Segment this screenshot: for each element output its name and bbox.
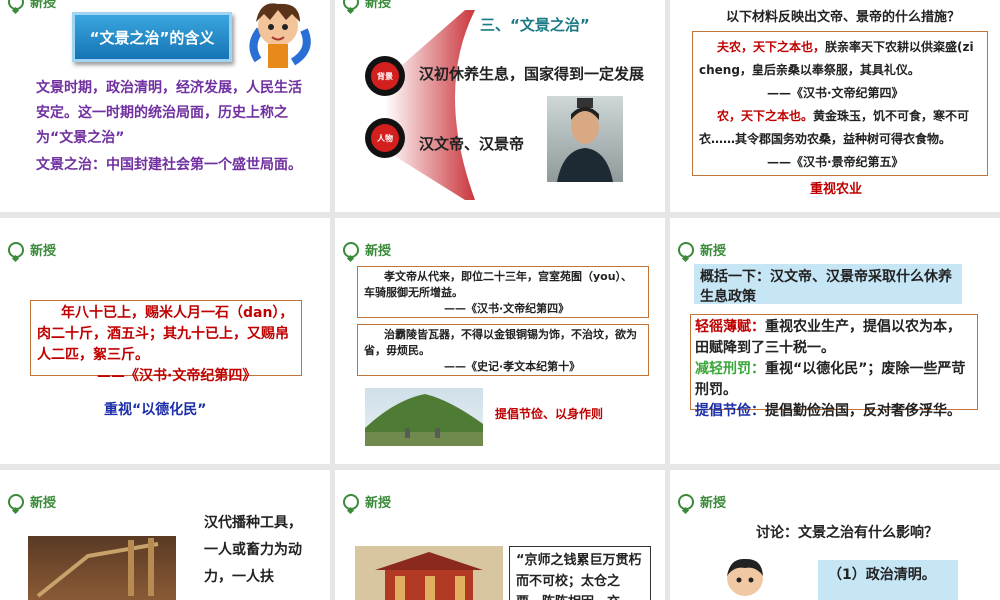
- policy-label: 减轻刑罚：: [695, 361, 765, 377]
- slide-prosperity[interactable]: 新授 “京师之钱累巨万贯朽而不可校；太仓之粟，陈陈相因，充: [335, 470, 665, 600]
- cartoon-boy-illustration: [249, 3, 311, 68]
- slide-header: 新授: [343, 240, 391, 259]
- sowing-tool-photo: [28, 536, 176, 600]
- summary-title-box: 概括一下：汉文帝、汉景帝采取什么休养生息政策: [694, 264, 962, 305]
- policy-item: 减轻刑罚：重视“以德化民”；废除一些严苛刑罚。: [695, 359, 973, 401]
- quote-box: “京师之钱累巨万贯朽而不可校；太仓之粟，陈陈相因，充: [509, 546, 651, 600]
- speech-bubble-icon: [343, 241, 359, 258]
- header-label: 新授: [365, 496, 392, 511]
- policy-item: 提倡节俭：提倡勤俭治国，反对奢侈浮华。: [695, 401, 973, 422]
- tomb-landscape-photo: [365, 388, 483, 446]
- slide-title: “文景之治”的含义: [89, 28, 215, 47]
- speech-bubble-icon: [343, 493, 359, 510]
- slide-virtue-rule[interactable]: 新授 年八十已上，赐米人月一石（dan），肉二十斤，酒五斗；其九十已上，又赐帛人…: [0, 218, 330, 464]
- quote-source: ——《汉书·文帝纪第四》: [767, 86, 904, 100]
- palace-painting: [355, 546, 503, 600]
- speech-bubble-icon: [678, 241, 694, 258]
- header-label: 新授: [30, 244, 57, 259]
- quote-box-1: 孝文帝从代来，即位二十三年，宫室苑囿（you）、车骑服御无所增益。 ——《汉书·…: [357, 266, 649, 318]
- slide-header: 新授: [8, 492, 56, 511]
- header-label: 新授: [30, 0, 57, 11]
- quote-source: ——《汉书·景帝纪第五》: [767, 155, 904, 169]
- definition-text: 文景时期，政治清明，经济发展，人民生活安定。这一时期的统治局面，历史上称之为“文…: [36, 80, 302, 146]
- summary-title: 概括一下：汉文帝、汉景帝采取什么休养生息政策: [700, 269, 952, 305]
- badge-label: 背景: [377, 71, 393, 81]
- background-text: 汉初休养生息，国家得到一定发展: [419, 65, 645, 83]
- quote-box: 年八十已上，赐米人月一石（dan），肉二十斤，酒五斗；其九十已上，又赐帛人二匹，…: [30, 300, 302, 384]
- quote-highlight: 农，天下之本也。: [717, 109, 814, 123]
- conclusion-text: 文景之治：中国封建社会第一个盛世局面。: [36, 157, 302, 173]
- point-box: （1）政治清明。: [818, 560, 958, 600]
- badge-background: 背景: [365, 56, 405, 96]
- answer-text: 提倡节俭、以身作则: [495, 407, 604, 421]
- slide-wenjing-meaning[interactable]: 新授 “文景之治”的含义 文景时期，政治清明，经济发展，人民生活安定。这一时期的…: [0, 0, 330, 212]
- quote-box-2: 治霸陵皆瓦器，不得以金银铜锡为饰，不治坟，欲为省，毋烦民。 ——《史记·孝文本纪…: [357, 324, 649, 376]
- quote-highlight: 夫农，天下之本也，: [717, 40, 826, 54]
- slide-discussion[interactable]: 新授 讨论：文景之治有什么影响？ （1）政治清明。: [670, 470, 1000, 600]
- slide-policy-summary[interactable]: 新授 概括一下：汉文帝、汉景帝采取什么休养生息政策 轻徭薄赋：重视农业生产，提倡…: [670, 218, 1000, 464]
- header-label: 新授: [700, 244, 727, 259]
- policy-item: 轻徭薄赋：重视农业生产，提倡以农为本，田赋降到了三十税一。: [695, 317, 973, 359]
- quote-source: ——《汉书·文帝纪第四》: [97, 368, 257, 384]
- quote-text: 年八十已上，赐米人月一石（dan），肉二十斤，酒五斗；其九十已上，又赐帛人二匹，…: [37, 305, 294, 363]
- quote-text: 孝文帝从代来，即位二十三年，宫室苑囿（you）、车骑服御无所增益。: [364, 270, 633, 299]
- thinking-child-illustration: [727, 558, 763, 596]
- slide-wenjing-section[interactable]: 新授 三、“文景之治” 背景 汉初休养生息，国家得到一定发展 人物 汉文帝、汉景…: [335, 0, 665, 212]
- quote-text: 治霸陵皆瓦器，不得以金银铜锡为饰，不治坟，欲为省，毋烦民。: [364, 328, 637, 357]
- quote-source: ——《汉书·文帝纪第四》: [444, 302, 570, 315]
- policy-box: 轻徭薄赋：重视农业生产，提倡以农为本，田赋降到了三十税一。 减轻刑罚：重视“以德…: [690, 314, 978, 419]
- slide-header: 新授: [343, 492, 391, 511]
- answer-text: 重视农业: [810, 182, 863, 197]
- badge-label: 人物: [377, 133, 393, 143]
- section-title: 三、“文景之治”: [480, 16, 590, 34]
- slide-sowing-tool[interactable]: 新授 汉代播种工具，一人或畜力为动力，一人扶: [0, 470, 330, 600]
- emperor-photo: [547, 96, 623, 182]
- discussion-question: 讨论：文景之治有什么影响？: [756, 525, 938, 541]
- speech-bubble-icon: [343, 0, 359, 10]
- answer-text: 重视“以德化民”: [104, 402, 207, 418]
- question-text: 以下材料反映出文帝、景帝的什么措施？: [726, 10, 961, 25]
- speech-bubble-icon: [8, 241, 24, 258]
- badge-people: 人物: [365, 118, 405, 158]
- header-label: 新授: [30, 496, 57, 511]
- slide-frugality[interactable]: 新授 孝文帝从代来，即位二十三年，宫室苑囿（you）、车骑服御无所增益。 ——《…: [335, 218, 665, 464]
- header-label: 新授: [365, 244, 392, 259]
- policy-text: 提倡勤俭治国，反对奢侈浮华。: [765, 403, 961, 419]
- speech-bubble-icon: [678, 493, 694, 510]
- red-fan-decoration: [385, 10, 475, 200]
- speech-bubble-icon: [8, 0, 24, 10]
- title-box: “文景之治”的含义: [72, 12, 232, 62]
- policy-label: 提倡节俭：: [695, 403, 765, 419]
- policy-label: 轻徭薄赋：: [695, 319, 765, 335]
- impact-point: （1）政治清明。: [828, 567, 936, 583]
- source-box: 夫农，天下之本也，朕亲率天下农耕以供粢盛(zi cheng，皇后亲桑以奉祭服，其…: [692, 31, 988, 176]
- slide-agriculture-material[interactable]: 以下材料反映出文帝、景帝的什么措施？ 夫农，天下之本也，朕亲率天下农耕以供粢盛(…: [670, 0, 1000, 212]
- slide-header: 新授: [678, 492, 726, 511]
- slide-header: 新授: [678, 240, 726, 259]
- header-label: 新授: [700, 496, 727, 511]
- slide-header: 新授: [8, 0, 56, 11]
- people-text: 汉文帝、汉景帝: [419, 135, 525, 153]
- slide-header: 新授: [8, 240, 56, 259]
- tool-description: 汉代播种工具，一人或畜力为动力，一人扶: [204, 515, 302, 585]
- quote-source: ——《史记·孝文本纪第十》: [444, 360, 581, 373]
- quote-text: “京师之钱累巨万贯朽而不可校；太仓之粟，陈陈相因，充: [516, 553, 642, 600]
- speech-bubble-icon: [8, 493, 24, 510]
